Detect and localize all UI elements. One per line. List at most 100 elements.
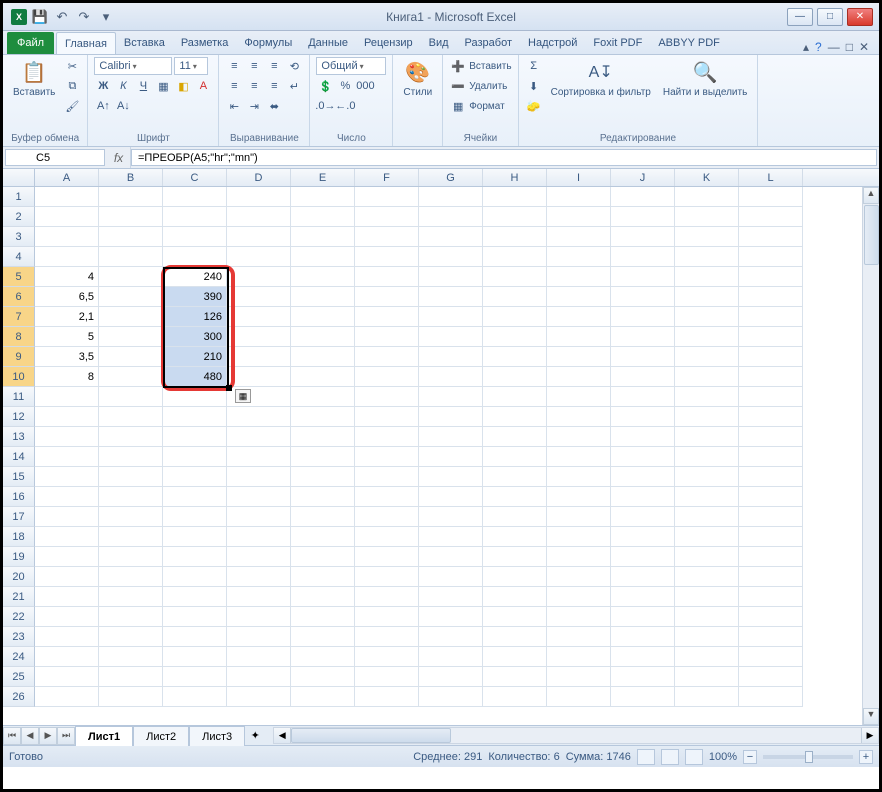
help-icon[interactable]: ? bbox=[815, 40, 822, 54]
cell[interactable] bbox=[35, 467, 99, 487]
cell[interactable] bbox=[675, 487, 739, 507]
fill-handle[interactable] bbox=[226, 385, 232, 391]
cell[interactable] bbox=[163, 547, 227, 567]
row-header[interactable]: 7 bbox=[3, 307, 35, 327]
cell[interactable] bbox=[355, 227, 419, 247]
cell[interactable] bbox=[99, 227, 163, 247]
cell[interactable] bbox=[419, 467, 483, 487]
cell[interactable] bbox=[611, 227, 675, 247]
row-header[interactable]: 12 bbox=[3, 407, 35, 427]
cell[interactable] bbox=[35, 647, 99, 667]
cell[interactable] bbox=[355, 487, 419, 507]
cell[interactable] bbox=[611, 667, 675, 687]
cell[interactable] bbox=[227, 287, 291, 307]
find-select-button[interactable]: 🔍 Найти и выделить bbox=[659, 57, 751, 100]
cell[interactable] bbox=[35, 587, 99, 607]
cell[interactable] bbox=[355, 247, 419, 267]
zoom-slider[interactable] bbox=[763, 755, 853, 759]
cell[interactable] bbox=[163, 487, 227, 507]
cell[interactable] bbox=[483, 427, 547, 447]
redo-icon[interactable]: ↷ bbox=[75, 8, 93, 26]
cell[interactable] bbox=[419, 367, 483, 387]
cell[interactable] bbox=[547, 427, 611, 447]
cell[interactable] bbox=[99, 207, 163, 227]
doc-restore-icon[interactable]: □ bbox=[846, 40, 853, 54]
cell[interactable] bbox=[419, 547, 483, 567]
styles-button[interactable]: 🎨 Стили bbox=[399, 57, 436, 100]
cell[interactable] bbox=[227, 407, 291, 427]
cell[interactable] bbox=[419, 307, 483, 327]
cell[interactable] bbox=[99, 427, 163, 447]
cell[interactable] bbox=[739, 387, 803, 407]
cell[interactable] bbox=[99, 347, 163, 367]
cell[interactable] bbox=[419, 327, 483, 347]
cell[interactable] bbox=[611, 347, 675, 367]
cell[interactable] bbox=[483, 287, 547, 307]
cell[interactable] bbox=[739, 487, 803, 507]
cell[interactable] bbox=[355, 287, 419, 307]
cell[interactable] bbox=[355, 647, 419, 667]
paste-button[interactable]: 📋 Вставить bbox=[9, 57, 59, 100]
cell[interactable] bbox=[99, 307, 163, 327]
column-header[interactable]: F bbox=[355, 169, 419, 186]
cell[interactable] bbox=[483, 187, 547, 207]
cell[interactable] bbox=[675, 207, 739, 227]
cell[interactable] bbox=[675, 507, 739, 527]
cell[interactable] bbox=[483, 247, 547, 267]
cell[interactable] bbox=[227, 507, 291, 527]
fx-button[interactable]: fx bbox=[107, 147, 131, 168]
cell[interactable] bbox=[227, 647, 291, 667]
cell[interactable] bbox=[35, 567, 99, 587]
cell[interactable] bbox=[355, 607, 419, 627]
cell[interactable] bbox=[419, 207, 483, 227]
row-header[interactable]: 17 bbox=[3, 507, 35, 527]
cell[interactable] bbox=[291, 447, 355, 467]
cell[interactable] bbox=[483, 387, 547, 407]
scroll-left-icon[interactable]: ◀ bbox=[274, 728, 291, 743]
cell[interactable] bbox=[419, 567, 483, 587]
cell[interactable] bbox=[611, 287, 675, 307]
cell[interactable] bbox=[35, 247, 99, 267]
cell[interactable] bbox=[99, 527, 163, 547]
cell[interactable] bbox=[419, 287, 483, 307]
tab-abbyy[interactable]: ABBYY PDF bbox=[650, 32, 728, 54]
cell[interactable] bbox=[163, 527, 227, 547]
cell[interactable] bbox=[611, 627, 675, 647]
vertical-scrollbar[interactable]: ▲ ▼ bbox=[862, 187, 879, 725]
cell[interactable] bbox=[163, 407, 227, 427]
bold-button[interactable]: Ж bbox=[94, 77, 112, 95]
cell[interactable] bbox=[739, 587, 803, 607]
cell[interactable] bbox=[611, 387, 675, 407]
cell[interactable] bbox=[291, 667, 355, 687]
cell[interactable] bbox=[419, 487, 483, 507]
cell[interactable] bbox=[675, 547, 739, 567]
cell[interactable] bbox=[99, 247, 163, 267]
cell[interactable] bbox=[483, 527, 547, 547]
cell[interactable] bbox=[611, 247, 675, 267]
autofill-options-icon[interactable]: ▦ bbox=[235, 389, 251, 403]
cell[interactable] bbox=[611, 427, 675, 447]
increase-indent-icon[interactable]: ⇥ bbox=[245, 97, 263, 115]
column-header[interactable]: B bbox=[99, 169, 163, 186]
cell[interactable] bbox=[739, 627, 803, 647]
cell[interactable] bbox=[547, 287, 611, 307]
cell[interactable] bbox=[355, 447, 419, 467]
clear-icon[interactable]: 🧽 bbox=[525, 97, 543, 115]
cell[interactable] bbox=[547, 227, 611, 247]
cell[interactable] bbox=[675, 407, 739, 427]
cell[interactable] bbox=[675, 247, 739, 267]
cell[interactable] bbox=[227, 487, 291, 507]
cell[interactable] bbox=[739, 207, 803, 227]
number-format-selector[interactable]: Общий▾ bbox=[316, 57, 386, 75]
cell[interactable] bbox=[547, 687, 611, 707]
cell[interactable] bbox=[611, 587, 675, 607]
cell[interactable] bbox=[291, 527, 355, 547]
grow-font-icon[interactable]: A↑ bbox=[94, 97, 112, 115]
row-header[interactable]: 2 bbox=[3, 207, 35, 227]
cell[interactable] bbox=[675, 687, 739, 707]
cell[interactable] bbox=[163, 647, 227, 667]
minimize-button[interactable]: — bbox=[787, 8, 813, 26]
cell[interactable] bbox=[547, 447, 611, 467]
tab-home[interactable]: Главная bbox=[56, 32, 116, 54]
row-header[interactable]: 15 bbox=[3, 467, 35, 487]
